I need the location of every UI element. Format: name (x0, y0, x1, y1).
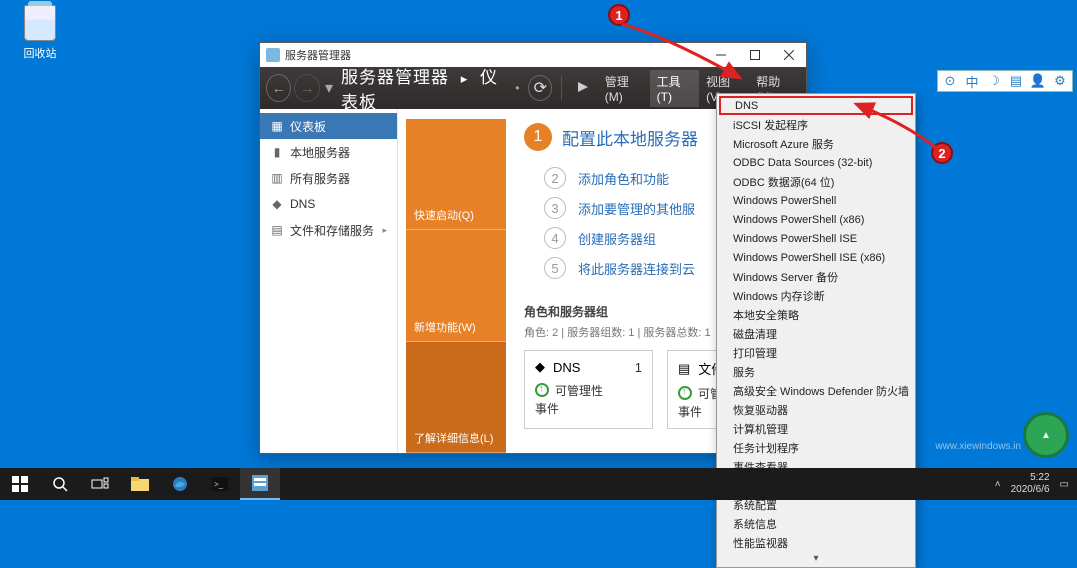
task-view-button[interactable] (80, 468, 120, 500)
window-title: 服务器管理器 (285, 47, 351, 63)
tray-up-icon[interactable]: ˄ (995, 479, 1001, 490)
status-ok-icon (535, 383, 549, 397)
menu-item-powershell-ise-x86[interactable]: Windows PowerShell ISE (x86) (719, 248, 913, 267)
link-add-servers[interactable]: 添加要管理的其他服 (578, 199, 695, 218)
sidebar-label: DNS (290, 197, 315, 211)
sidebar-label: 仪表板 (290, 118, 326, 135)
ime-user-icon[interactable]: 👤 (1030, 73, 1046, 89)
taskbar-edge[interactable] (160, 468, 200, 500)
notifications-tray-icon[interactable]: ▭ (1060, 479, 1069, 490)
menu-item-compmgmt[interactable]: 计算机管理 (719, 419, 913, 438)
menu-scroll-down-icon[interactable]: ▾ (719, 552, 913, 565)
status-ok-icon (678, 386, 692, 400)
menu-item-powershell[interactable]: Windows PowerShell (719, 191, 913, 210)
sidebar: ▦ 仪表板 ▮ 本地服务器 ▥ 所有服务器 ◆ DNS ▤ 文件和存储服务 ▸ (260, 109, 398, 453)
dns-icon: ◆ (270, 197, 284, 211)
refresh-icon[interactable]: ⟳ (528, 75, 552, 101)
menu-item-wsbackup[interactable]: Windows Server 备份 (719, 267, 913, 286)
menu-item-perfmon[interactable]: 性能监视器 (719, 533, 913, 552)
tile-quickstart[interactable]: 快速启动(Q) (406, 119, 506, 230)
nav-forward-button[interactable]: → (294, 74, 319, 102)
menu-item-services[interactable]: 服务 (719, 362, 913, 381)
start-button[interactable] (0, 468, 40, 500)
storage-card-icon: ▤ (678, 361, 690, 377)
search-button[interactable] (40, 468, 80, 500)
annotation-callout-1: 1 (608, 4, 630, 26)
role-card-dns[interactable]: ◆DNS1 可管理性 事件 (524, 350, 653, 429)
menu-item-odbc64[interactable]: ODBC 数据源(64 位) (719, 172, 913, 191)
all-servers-icon: ▥ (270, 171, 284, 185)
ime-settings-icon[interactable]: ⚙ (1052, 73, 1068, 89)
ime-zh-icon[interactable]: 中 (964, 73, 980, 89)
taskbar-server-manager[interactable] (240, 468, 280, 500)
sidebar-item-local-server[interactable]: ▮ 本地服务器 (260, 139, 397, 165)
menu-item-tasksched[interactable]: 任务计划程序 (719, 438, 913, 457)
breadcrumb-root[interactable]: 服务器管理器 (341, 68, 449, 87)
dns-card-icon: ◆ (535, 359, 545, 375)
local-server-icon: ▮ (270, 145, 284, 159)
menu-item-powershell-ise[interactable]: Windows PowerShell ISE (719, 229, 913, 248)
ime-moon-icon[interactable]: ☽ (986, 73, 1002, 89)
sidebar-item-all-servers[interactable]: ▥ 所有服务器 (260, 165, 397, 191)
link-create-group[interactable]: 创建服务器组 (578, 229, 656, 248)
menu-item-dns[interactable]: DNS (719, 96, 913, 115)
menu-item-powershell-x86[interactable]: Windows PowerShell (x86) (719, 210, 913, 229)
ime-stack-icon[interactable]: ▤ (1008, 73, 1024, 89)
sidebar-item-dashboard[interactable]: ▦ 仪表板 (260, 113, 397, 139)
taskbar-explorer[interactable] (120, 468, 160, 500)
menu-item-secpol[interactable]: 本地安全策略 (719, 305, 913, 324)
maximize-button[interactable] (738, 43, 772, 67)
breadcrumb-separator-icon: ▸ (461, 71, 469, 86)
breadcrumb: 服务器管理器 ▸ 仪表板 (341, 63, 515, 113)
watermark-logo: ▲ (1023, 412, 1069, 458)
tile-whatsnew[interactable]: 新增功能(W) (406, 230, 506, 341)
chevron-right-icon: ▸ (382, 225, 387, 236)
nav-dropdown-icon[interactable]: ▾ (325, 78, 333, 98)
app-icon (266, 48, 280, 62)
nav-back-button[interactable]: ← (266, 74, 291, 102)
taskbar-cmd[interactable]: >_ (200, 468, 240, 500)
recycle-bin[interactable]: 回收站 (15, 5, 65, 61)
taskbar: >_ ˄ 5:22 2020/6/6 ▭ (0, 468, 1077, 500)
configure-title: 配置此本地服务器 (562, 125, 698, 150)
link-add-roles[interactable]: 添加角色和功能 (578, 169, 669, 188)
menu-item-defender-fw[interactable]: 高级安全 Windows Defender 防火墙 (719, 381, 913, 400)
tile-learnmore[interactable]: 了解详细信息(L) (406, 342, 506, 453)
sidebar-label: 本地服务器 (290, 144, 350, 161)
dashboard-icon: ▦ (270, 119, 284, 133)
menu-item-recovery-drive[interactable]: 恢复驱动器 (719, 400, 913, 419)
menu-item-memdiag[interactable]: Windows 内存诊断 (719, 286, 913, 305)
svg-text:>_: >_ (214, 480, 224, 489)
notifications-icon[interactable] (571, 75, 595, 101)
annotation-callout-2: 2 (931, 142, 953, 164)
recycle-bin-icon (24, 5, 56, 41)
storage-icon: ▤ (270, 223, 284, 237)
ime-clock-icon[interactable]: ⊙ (942, 73, 958, 89)
menu-item-sysinfo[interactable]: 系统信息 (719, 514, 913, 533)
step-4-circle: 4 (544, 227, 566, 249)
sidebar-item-file-storage[interactable]: ▤ 文件和存储服务 ▸ (260, 217, 397, 243)
floating-toolbar[interactable]: ⊙ 中 ☽ ▤ 👤 ⚙ (937, 70, 1073, 92)
menu-item-azure[interactable]: Microsoft Azure 服务 (719, 134, 913, 153)
menu-item-printmgmt[interactable]: 打印管理 (719, 343, 913, 362)
close-button[interactable] (772, 43, 806, 67)
clock[interactable]: 5:22 2020/6/6 (1011, 472, 1050, 496)
step-1-circle: 1 (524, 123, 552, 151)
menu-item-odbc32[interactable]: ODBC Data Sources (32-bit) (719, 153, 913, 172)
menu-tools[interactable]: 工具(T) (650, 70, 700, 107)
link-connect-cloud[interactable]: 将此服务器连接到云 (578, 259, 695, 278)
sidebar-label: 所有服务器 (290, 170, 350, 187)
step-5-circle: 5 (544, 257, 566, 279)
welcome-tiles: 快速启动(Q) 新增功能(W) 了解详细信息(L) (406, 119, 506, 453)
step-3-circle: 3 (544, 197, 566, 219)
step-2-circle: 2 (544, 167, 566, 189)
watermark-text: www.xiewindows.in (935, 441, 1021, 452)
menu-manage[interactable]: 管理(M) (598, 70, 650, 107)
sidebar-label: 文件和存储服务 (290, 222, 374, 239)
menu-item-iscsi[interactable]: iSCSI 发起程序 (719, 115, 913, 134)
minimize-button[interactable] (704, 43, 738, 67)
menu-item-cleanmgr[interactable]: 磁盘清理 (719, 324, 913, 343)
recycle-bin-label: 回收站 (15, 45, 65, 61)
sidebar-item-dns[interactable]: ◆ DNS (260, 191, 397, 217)
